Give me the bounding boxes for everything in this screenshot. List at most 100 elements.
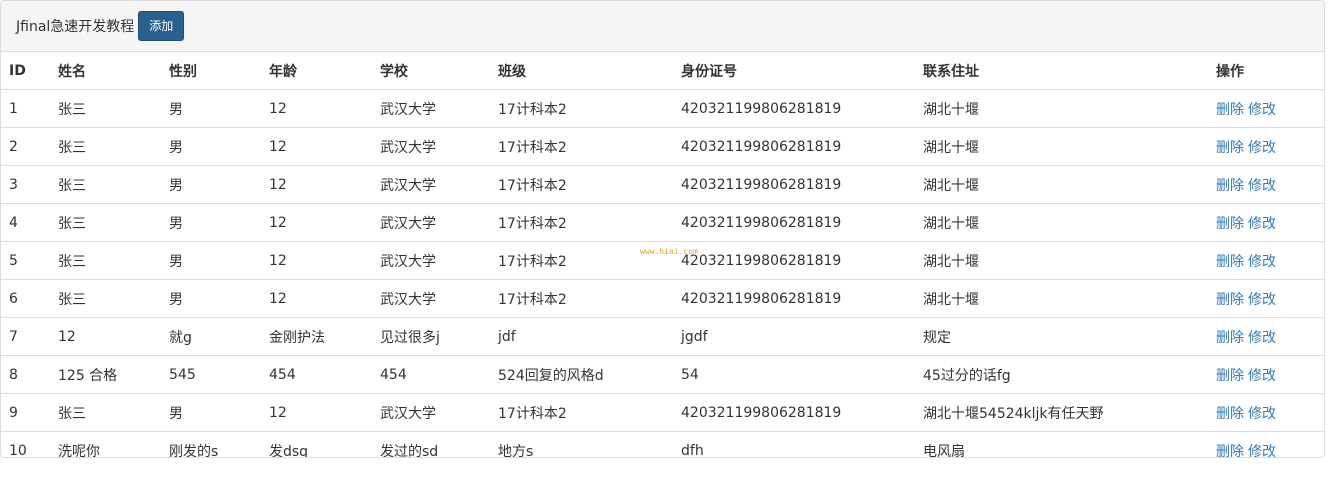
age-cell: 12 xyxy=(261,165,372,204)
name-cell: 张三 xyxy=(50,203,161,242)
address-cell: 湖北十堰 xyxy=(915,165,1208,204)
table-body: 1 张三男 12 武汉大学 17计科本2 420321199806281819 湖北十堰 删除… xyxy=(1,89,1324,458)
column-header: 身份证号 xyxy=(673,52,915,90)
class-cell: 17计科本2 xyxy=(490,89,673,128)
table-row: 10 洗呢你 刚发的s 发dsg 发过的sd 地方s dfh 电风扇 删除 修改 xyxy=(1,431,1324,458)
add-button[interactable]: 添加 xyxy=(138,11,185,41)
table-row: 3 张三男 12 武汉大学 17计科本2 420321199806281819 湖北十堰 删除… xyxy=(1,165,1324,204)
table-row: 8 125 合格 545 454 454 524回复的风格d 54 45过分的话fg 删除 修改 xyxy=(1,355,1324,394)
delete-link[interactable]: 删除 xyxy=(1216,444,1244,458)
idcard-cell: 420321199806281819 xyxy=(673,127,915,166)
idcard-cell: 420321199806281819 xyxy=(673,203,915,242)
school-cell: 武汉大学 xyxy=(372,241,490,280)
panel-heading: Jfinal急速开发教程 添加 xyxy=(1,1,1324,52)
name-cell: 125 合格 xyxy=(50,355,161,394)
edit-link[interactable]: 修改 xyxy=(1248,216,1276,232)
gender-cell: 男 xyxy=(161,89,261,128)
actions-cell: 删除 修改 xyxy=(1208,89,1324,128)
edit-link[interactable]: 修改 xyxy=(1248,444,1276,458)
gender-cell: 男 xyxy=(161,127,261,166)
column-header: 联系住址 xyxy=(915,52,1208,90)
actions-cell: 删除 修改 xyxy=(1208,127,1324,166)
gender-cell: 545 xyxy=(161,355,261,394)
column-header: 学校 xyxy=(372,52,490,90)
school-cell: 武汉大学 xyxy=(372,127,490,166)
address-cell: 湖北十堰 xyxy=(915,89,1208,128)
table-row: 7 12 就g 金刚护法 见过很多j jdf jgdf 规定 删除 修改 xyxy=(1,317,1324,356)
address-cell: 湖北十堰 xyxy=(915,279,1208,318)
address-cell: 电风扇 xyxy=(915,431,1208,457)
delete-link[interactable]: 删除 xyxy=(1216,216,1244,232)
edit-link[interactable]: 修改 xyxy=(1248,330,1276,346)
age-cell: 454 xyxy=(261,355,372,394)
gender-cell: 刚发的s xyxy=(161,431,261,457)
gender-cell: 男 xyxy=(161,203,261,242)
table-header-row: ID 姓名 性别 年龄 学校 班级 身份证号 联系住址 操作 xyxy=(1,52,1324,90)
actions-cell: 删除 修改 xyxy=(1208,317,1324,356)
school-cell: 武汉大学 xyxy=(372,279,490,318)
delete-link[interactable]: 删除 xyxy=(1216,102,1244,118)
edit-link[interactable]: 修改 xyxy=(1248,178,1276,194)
idcard-cell: 420321199806281819 xyxy=(673,393,915,432)
column-header: 操作 xyxy=(1208,52,1324,90)
idcard-cell: 420321199806281819 xyxy=(673,279,915,318)
class-cell: 524回复的风格d xyxy=(490,355,673,394)
delete-link[interactable]: 删除 xyxy=(1216,330,1244,346)
column-header: 姓名 xyxy=(50,52,161,90)
age-cell: 12 xyxy=(261,89,372,128)
name-cell: 张三 xyxy=(50,393,161,432)
actions-cell: 删除 修改 xyxy=(1208,241,1324,280)
idcard-cell: 420321199806281819 xyxy=(673,89,915,128)
idcard-cell: dfh xyxy=(673,431,915,457)
table-row: 6 张三男 12 武汉大学 17计科本2 420321199806281819 湖北十堰 删除… xyxy=(1,279,1324,318)
student-table: ID 姓名 性别 年龄 学校 班级 身份证号 联系住址 操作 1 张三男 12 武汉大学 17计科本2 4… xyxy=(1,52,1324,458)
edit-link[interactable]: 修改 xyxy=(1248,102,1276,118)
actions-cell: 删除 修改 xyxy=(1208,203,1324,242)
age-cell: 12 xyxy=(261,279,372,318)
edit-link[interactable]: 修改 xyxy=(1248,292,1276,308)
delete-link[interactable]: 删除 xyxy=(1216,178,1244,194)
idcard-cell: 420321199806281819 xyxy=(673,165,915,204)
school-cell: 见过很多j xyxy=(372,317,490,356)
edit-link[interactable]: 修改 xyxy=(1248,140,1276,156)
age-cell: 12 xyxy=(261,203,372,242)
school-cell: 454 xyxy=(372,355,490,394)
id-cell: 10 xyxy=(1,431,50,457)
delete-link[interactable]: 删除 xyxy=(1216,254,1244,270)
class-cell: 17计科本2 xyxy=(490,393,673,432)
gender-cell: 男 xyxy=(161,165,261,204)
gender-cell: 就g xyxy=(161,317,261,356)
edit-link[interactable]: 修改 xyxy=(1248,368,1276,384)
class-cell: 17计科本2 xyxy=(490,203,673,242)
class-cell: jdf xyxy=(490,317,673,356)
address-cell: 湖北十堰54524kljk有任天野 xyxy=(915,393,1208,432)
delete-link[interactable]: 删除 xyxy=(1216,292,1244,308)
table-row: 2 张三男 12 武汉大学 17计科本2 420321199806281819 湖北十堰 删除… xyxy=(1,127,1324,166)
address-cell: 45过分的话fg xyxy=(915,355,1208,394)
name-cell: 张三 xyxy=(50,241,161,280)
school-cell: 武汉大学 xyxy=(372,393,490,432)
address-cell: 湖北十堰 xyxy=(915,241,1208,280)
gender-cell: 男 xyxy=(161,241,261,280)
id-cell: 4 xyxy=(1,203,50,242)
delete-link[interactable]: 删除 xyxy=(1216,140,1244,156)
actions-cell: 删除 修改 xyxy=(1208,431,1324,458)
edit-link[interactable]: 修改 xyxy=(1248,254,1276,270)
gender-cell: 男 xyxy=(161,279,261,318)
school-cell: 武汉大学 xyxy=(372,165,490,204)
table-row: 4 张三男 12 武汉大学 17计科本2 420321199806281819 湖北十堰 删除… xyxy=(1,203,1324,242)
delete-link[interactable]: 删除 xyxy=(1216,406,1244,422)
edit-link[interactable]: 修改 xyxy=(1248,406,1276,422)
actions-cell: 删除 修改 xyxy=(1208,279,1324,318)
idcard-cell: 420321199806281819 xyxy=(673,241,915,280)
column-header: 性别 xyxy=(161,52,261,90)
name-cell: 洗呢你 xyxy=(50,431,161,457)
delete-link[interactable]: 删除 xyxy=(1216,368,1244,384)
age-cell: 金刚护法 xyxy=(261,317,372,356)
student-panel: Jfinal急速开发教程 添加 ID 姓名 性别 年龄 学校 班级 身份证号 联系住址 操作 1… xyxy=(0,0,1325,458)
age-cell: 12 xyxy=(261,241,372,280)
column-header: 班级 xyxy=(490,52,673,90)
school-cell: 发过的sd xyxy=(372,431,490,457)
address-cell: 湖北十堰 xyxy=(915,127,1208,166)
age-cell: 12 xyxy=(261,393,372,432)
